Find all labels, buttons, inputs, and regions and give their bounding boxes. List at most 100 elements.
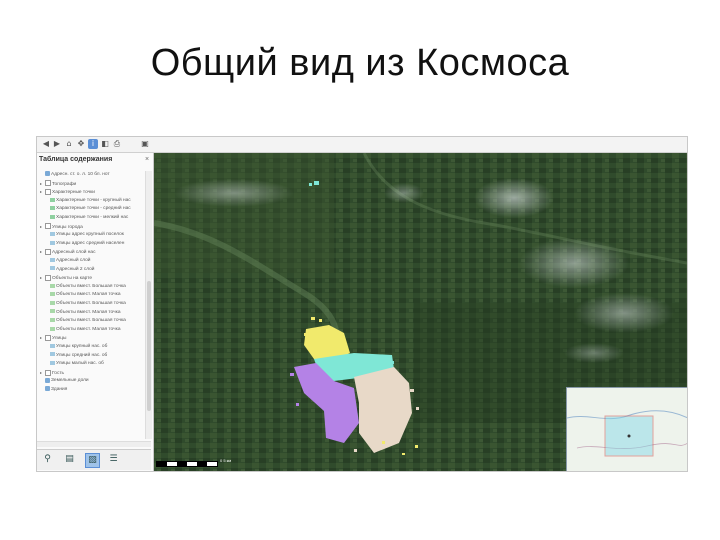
toc-item-label: Объекты вмест. Малая точка (56, 309, 121, 315)
back-arrow-icon[interactable]: ◀ (41, 139, 51, 149)
legend-swatch-icon (50, 266, 55, 271)
print-icon[interactable]: ⎙ (112, 139, 122, 149)
layer-icon (45, 386, 50, 392)
toc-item-label: Объекты вмест. Большая точка (56, 301, 126, 306)
legend-swatch-icon (50, 326, 55, 331)
toc-item-label: Характерные точки - мелкий нас (56, 215, 129, 220)
layer-checkbox[interactable] (45, 223, 51, 230)
legend-swatch-icon (50, 231, 55, 236)
vertical-scrollbar[interactable] (145, 171, 152, 439)
toc-item-label: Характерные точки (52, 190, 95, 196)
toc-item[interactable]: Земельные доли (45, 377, 145, 385)
toc-item-label: Улицы адрес средний населен (56, 240, 125, 246)
legend-swatch-icon (50, 360, 55, 365)
toc-item[interactable]: ▸ Улицы (40, 334, 145, 342)
toc-item[interactable]: ▸ Гость (40, 369, 145, 377)
overview-map-graphic (567, 388, 687, 471)
legend-swatch-icon (50, 197, 55, 202)
toc-item[interactable]: Улицы адрес крупный поселок (50, 231, 145, 239)
toc-item[interactable]: ▸ Адресный слой нас (40, 248, 145, 256)
toc-item-label: Характерные точки - крупный нас (56, 197, 131, 203)
legend-swatch-icon (50, 257, 55, 262)
gis-application-window: ◀ ▶ ⌂ ✥ i ◧ ⎙ ▣ Таблица содержания × Адр… (36, 136, 688, 472)
toc-item-label: Улицы малый нас. об (56, 361, 104, 367)
layer-icon (45, 377, 50, 383)
toc-title: Таблица содержания (39, 156, 113, 163)
layer-checkbox[interactable] (45, 249, 51, 256)
overview-inset-map[interactable] (566, 387, 687, 471)
toc-item-label: Здания (51, 387, 68, 392)
slide-title: Общий вид из Космоса (150, 42, 570, 84)
toc-item-label: Адресный слой нас (52, 250, 96, 256)
legend-swatch-icon (50, 317, 55, 322)
binoculars-icon[interactable]: ⚲ (41, 453, 54, 466)
book-icon[interactable]: ▤ (63, 453, 76, 466)
toc-item-label: Адресный слой (56, 258, 91, 263)
toc-item-label: Адресн. ст. о. л. 10 бл. нот (51, 172, 110, 177)
scale-label: 0 5 км (220, 458, 232, 463)
toc-item[interactable]: Объекты вмест. Большая точка (50, 317, 145, 325)
toc-item-label: Улицы (52, 336, 67, 342)
legend-swatch-icon (50, 300, 55, 305)
toc-item[interactable]: Объекты вмест. Малая точка (50, 326, 145, 334)
legend-swatch-icon (50, 206, 55, 211)
layer-checkbox[interactable] (45, 369, 51, 376)
toc-item[interactable]: Объекты вмест. Большая точка (50, 283, 145, 291)
toolbar: ◀ ▶ ⌂ ✥ i ◧ ⎙ ▣ (37, 137, 687, 153)
layer-icon (45, 171, 50, 177)
layers-icon[interactable]: ◧ (100, 139, 110, 149)
legend-swatch-icon (50, 240, 55, 245)
pan-icon[interactable]: ✥ (76, 139, 86, 149)
toc-item-label: Объекты вмест. Малая точка (56, 326, 121, 332)
toc-item-label: Объекты вмест. Большая точка (56, 318, 126, 324)
toc-item[interactable]: Характерные точки - средний нас (50, 205, 145, 213)
toc-item-label: Улицы средний нас. об (56, 352, 108, 358)
toc-item[interactable]: Адресный 2 слой (50, 266, 145, 274)
toc-item-label: Гость (52, 370, 65, 376)
close-icon[interactable]: × (145, 156, 149, 163)
toc-item-label: Топографи (52, 181, 77, 187)
toc-item[interactable]: Адресн. ст. о. л. 10 бл. нот (45, 171, 145, 179)
toc-item[interactable]: Объекты вмест. Малая точка (50, 291, 145, 299)
panel-tab-bar: ⚲ ▤ ▧ ☰ (37, 449, 151, 470)
toc-item[interactable]: Характерные точки - крупный нас (50, 197, 145, 205)
layer-checkbox[interactable] (45, 188, 51, 195)
toc-item[interactable]: ▸ Улицы города (40, 223, 145, 231)
layer-checkbox[interactable] (45, 274, 51, 281)
satellite-map-view[interactable]: 0 5 км (154, 153, 687, 471)
toc-item-label: Улицы города (52, 224, 83, 230)
toc-item-label: Улицы адрес крупный поселок (56, 232, 124, 238)
toc-item[interactable]: ▸ Характерные точки (40, 188, 145, 196)
legend-swatch-icon (50, 309, 55, 314)
toc-item-label: Земельные доли (51, 378, 89, 384)
toc-item[interactable]: ▸ Топографи (40, 180, 145, 188)
layer-checkbox[interactable] (45, 335, 51, 342)
scrollbar-thumb[interactable] (147, 281, 151, 411)
forward-arrow-icon[interactable]: ▶ (52, 139, 62, 149)
toc-item[interactable]: Объекты вмест. Большая точка (50, 300, 145, 308)
home-icon[interactable]: ⌂ (64, 139, 74, 149)
toc-item[interactable]: Улицы адрес средний населен (50, 240, 145, 248)
legend-swatch-icon (50, 343, 55, 348)
toc-item[interactable]: Адресный слой (50, 257, 145, 265)
table-of-contents-panel: Таблица содержания × Адресн. ст. о. л. 1… (37, 153, 154, 471)
toc-item-label: Объекты вмест. Малая точка (56, 292, 121, 298)
legend-swatch-icon (50, 283, 55, 288)
horizontal-scrollbar[interactable] (37, 441, 151, 447)
toc-item-label: Объекты вмест. Большая точка (56, 283, 126, 289)
save-icon[interactable]: ▣ (140, 139, 150, 149)
layer-list-icon[interactable]: ▧ (85, 453, 100, 468)
toc-item[interactable]: Объекты вмест. Малая точка (50, 309, 145, 317)
toc-item[interactable]: Здания (45, 386, 145, 394)
legend-swatch-icon (50, 352, 55, 357)
toc-item-label: Адресный 2 слой (56, 266, 95, 272)
scale-bar (156, 461, 218, 467)
toc-item[interactable]: Улицы крупный нас. об (50, 343, 145, 351)
toc-item[interactable]: ▸ Объекты на карте (40, 274, 145, 282)
toc-item[interactable]: Улицы малый нас. об (50, 360, 145, 368)
toc-item[interactable]: Характерные точки - мелкий нас (50, 214, 145, 222)
list-icon[interactable]: ☰ (107, 453, 120, 466)
identify-icon[interactable]: i (88, 139, 98, 149)
toc-item[interactable]: Улицы средний нас. об (50, 352, 145, 360)
layer-checkbox[interactable] (45, 180, 51, 187)
